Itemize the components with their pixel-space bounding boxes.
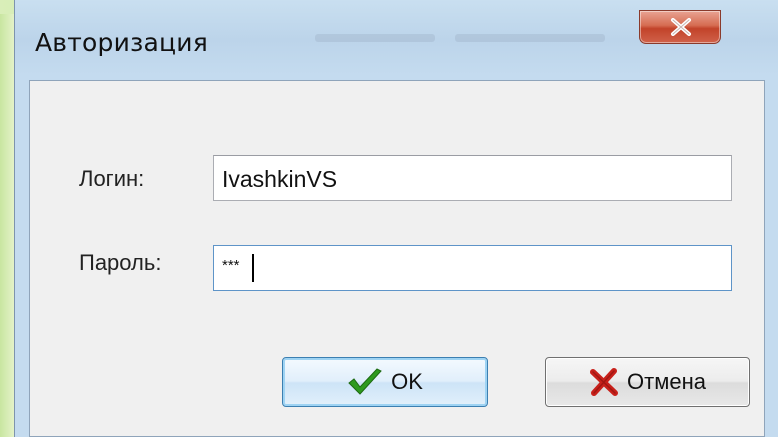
dialog-body: Логин: IvashkinVS Пароль: *** OK Отмена: [29, 80, 765, 437]
login-label: Логин:: [79, 166, 145, 191]
login-field[interactable]: IvashkinVS: [213, 155, 732, 201]
login-value: IvashkinVS: [222, 166, 338, 192]
ok-button-label: OK: [391, 369, 423, 394]
close-icon: [671, 18, 691, 36]
window-title: Авторизация: [35, 28, 208, 57]
cancel-button-label: Отмена: [627, 369, 706, 394]
password-value: ***: [222, 257, 240, 274]
cross-icon: [590, 368, 619, 396]
password-field[interactable]: ***: [213, 245, 732, 291]
cancel-button[interactable]: Отмена: [545, 357, 750, 407]
close-button[interactable]: [639, 10, 721, 44]
auth-dialog: Авторизация Логин: IvashkinVS Пароль: **…: [14, 0, 778, 437]
password-label: Пароль:: [79, 250, 162, 275]
ok-button[interactable]: OK: [282, 357, 488, 407]
background-blur: [315, 34, 435, 42]
text-caret: [252, 254, 254, 282]
background-blur: [455, 34, 605, 42]
title-bar[interactable]: Авторизация: [15, 0, 778, 80]
checkmark-icon: [348, 368, 382, 395]
